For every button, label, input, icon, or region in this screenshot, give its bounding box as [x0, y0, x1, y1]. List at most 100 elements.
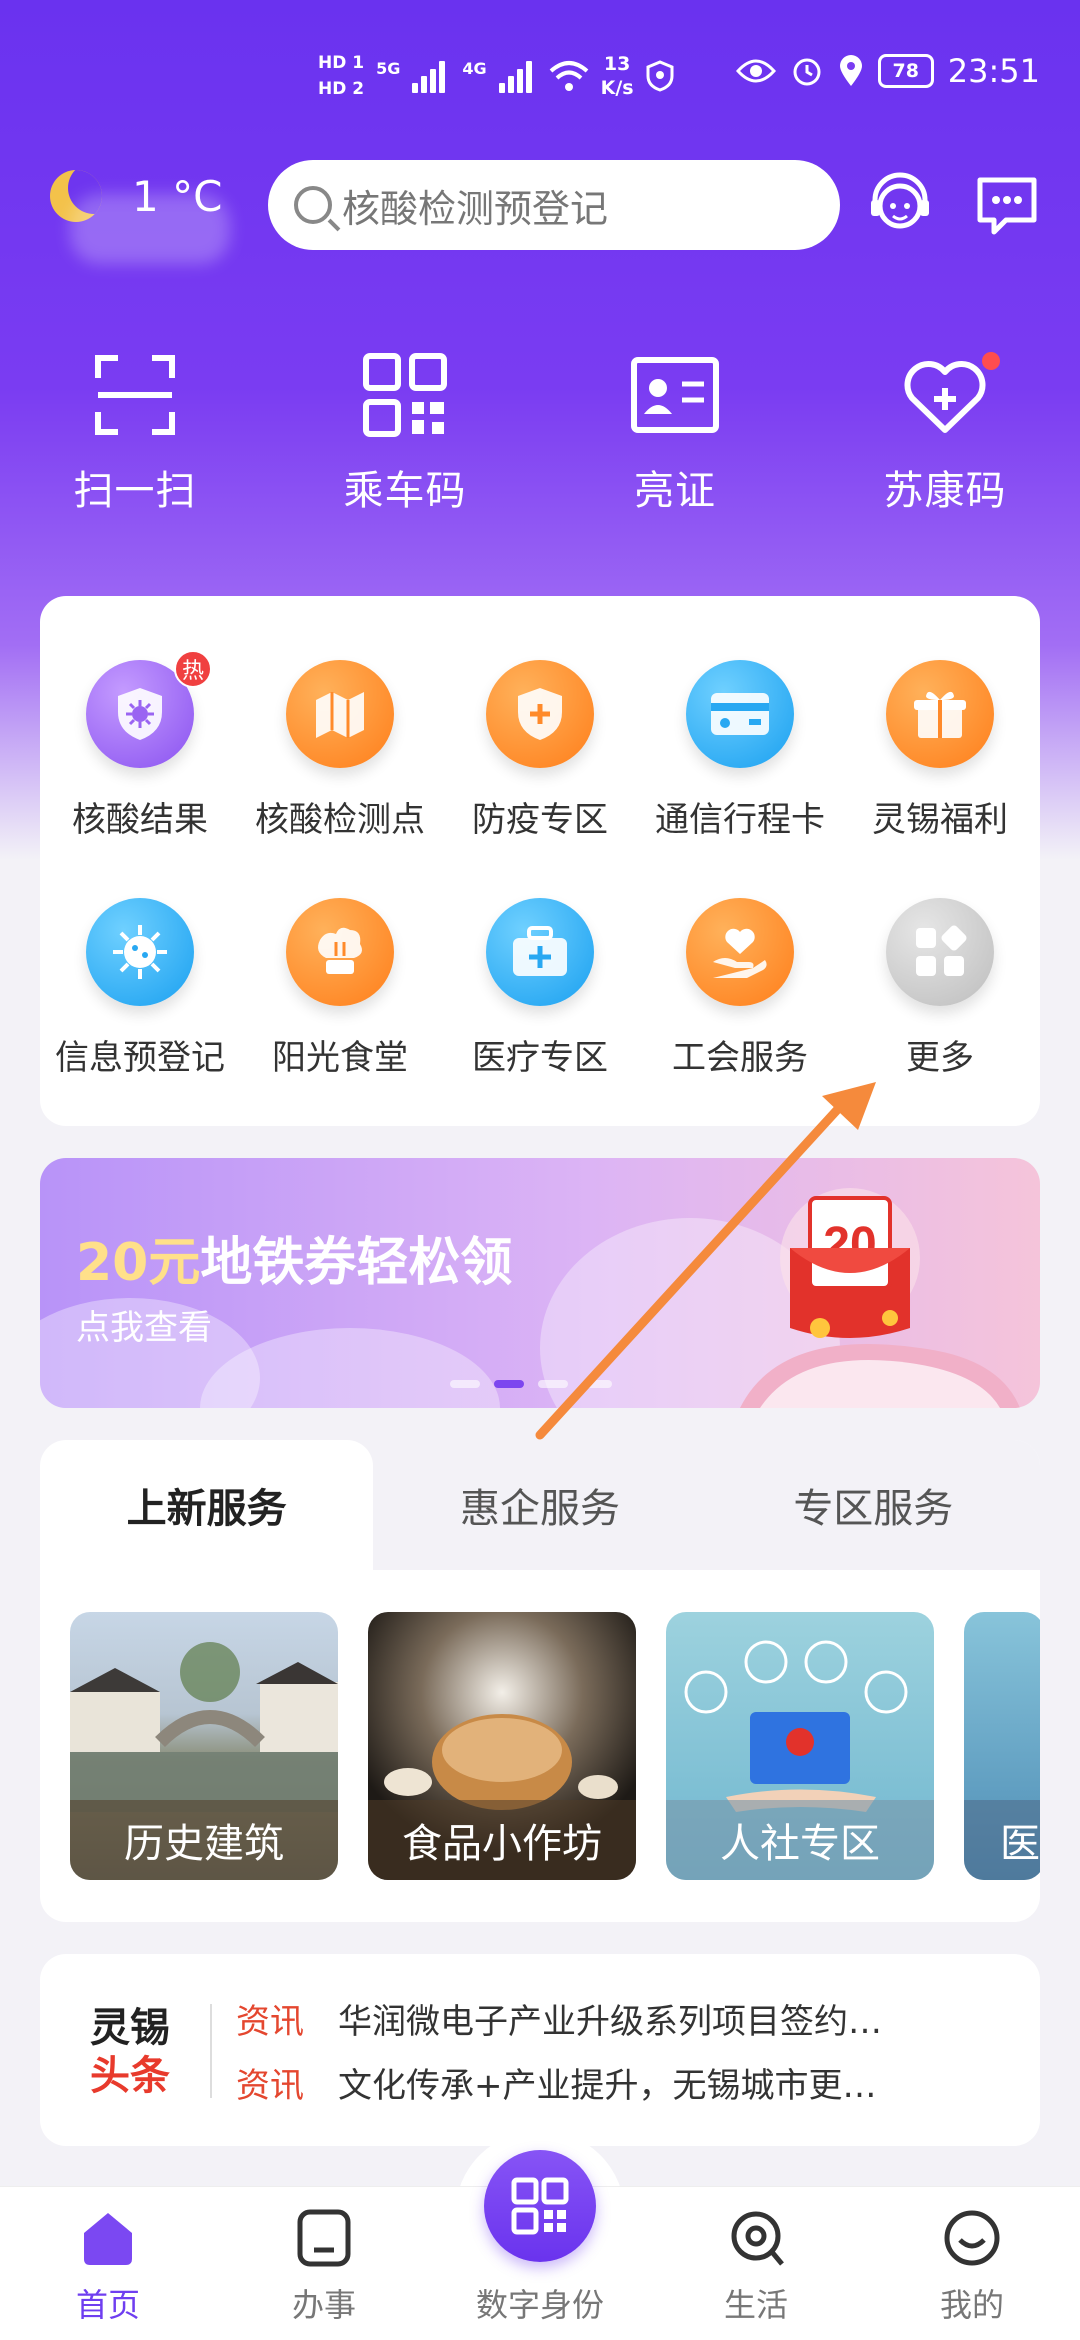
clock-time: 23:51	[947, 52, 1040, 90]
status-right: 78 23:51	[735, 52, 1040, 90]
nav-home[interactable]: 首页	[0, 2187, 216, 2340]
service-label: 阳光食堂	[272, 1038, 408, 1078]
banner-subtitle: 点我查看	[76, 1308, 212, 1348]
blurred-location	[70, 194, 230, 264]
service-label: 防疫专区	[472, 800, 608, 840]
qr-code-icon	[511, 2177, 569, 2235]
service-label: 信息预登记	[55, 1038, 225, 1078]
alarm-icon	[793, 58, 821, 86]
service-nucleic-result[interactable]: 热 核酸结果	[40, 650, 240, 841]
service-label: 核酸检测点	[255, 800, 425, 840]
digital-id-button[interactable]	[484, 2150, 596, 2262]
network-speed: 13 K/s	[601, 52, 634, 100]
news-item[interactable]: 资讯 华润微电子产业升级系列项目签约…	[236, 1994, 882, 2043]
quick-action-scan[interactable]: 扫一扫	[0, 350, 270, 530]
nav-affairs[interactable]: 办事	[216, 2187, 432, 2340]
customer-service-icon[interactable]	[865, 170, 935, 240]
status-left: HD 1 HD 2 5G 4G 13 K/s	[318, 50, 674, 102]
nav-mine[interactable]: 我的	[864, 2187, 1080, 2340]
qr-code-icon	[360, 350, 450, 440]
quick-action-label: 扫一扫	[73, 468, 197, 514]
nav-label: 生活	[723, 2286, 788, 2324]
eye-icon	[735, 59, 776, 83]
service-label: 灵锡福利	[872, 800, 1008, 840]
card-icon	[686, 660, 794, 768]
service-label: 工会服务	[672, 1038, 808, 1078]
nav-label: 首页	[75, 2286, 140, 2324]
service-test-sites[interactable]: 核酸检测点	[240, 660, 440, 841]
tile-caption: 食品小作坊	[368, 1800, 636, 1880]
tile-food-workshop[interactable]: 食品小作坊	[368, 1612, 636, 1880]
signal-icon-2	[498, 59, 537, 93]
tile-medical[interactable]: 医	[964, 1612, 1040, 1880]
tile-caption: 历史建筑	[70, 1800, 338, 1880]
service-label: 更多	[906, 1038, 974, 1078]
hd2-label: HD 2	[318, 79, 365, 99]
banner-pagination	[450, 1380, 612, 1388]
service-medical[interactable]: 医疗专区	[440, 898, 640, 1079]
top-header: 1 °C 核酸检测预登记	[0, 160, 1080, 264]
news-card[interactable]: 灵锡 头条 资讯 华润微电子产业升级系列项目签约… 资讯 文化传承+产业提升，无…	[40, 1954, 1040, 2146]
service-more[interactable]: 更多	[840, 898, 1040, 1079]
service-tiles: 历史建筑 食品小作坊 人社专区 医	[70, 1612, 1040, 1880]
news-headline: 文化传承+产业提升，无锡城市更…	[338, 2066, 877, 2106]
subway-coupon-illustration: 20	[740, 1188, 1020, 1408]
services-row-1: 热 核酸结果 核酸检测点 防疫专区 通信行程卡 灵锡福利	[40, 650, 1040, 841]
service-canteen[interactable]: 阳光食堂	[240, 898, 440, 1079]
chef-hat-icon	[286, 898, 394, 1006]
quick-action-show-id[interactable]: 亮证	[540, 350, 810, 530]
service-welfare[interactable]: 灵锡福利	[840, 660, 1040, 841]
news-item[interactable]: 资讯 文化传承+产业提升，无锡城市更…	[236, 2058, 877, 2107]
tile-historic-buildings[interactable]: 历史建筑	[70, 1612, 338, 1880]
message-icon[interactable]	[972, 170, 1042, 240]
battery-level: 78	[892, 60, 919, 82]
notification-dot	[982, 352, 1000, 370]
tile-caption: 人社专区	[666, 1800, 934, 1880]
quick-action-label: 乘车码	[343, 468, 467, 514]
wifi-icon	[549, 61, 588, 91]
search-input[interactable]: 核酸检测预登记	[268, 160, 840, 250]
services-row-2: 信息预登记 阳光食堂 医疗专区 工会服务 更多	[40, 898, 1040, 1079]
nav-life[interactable]: 生活	[648, 2187, 864, 2340]
nav-label: 办事	[291, 2286, 356, 2324]
tab-new-services[interactable]: 上新服务	[40, 1440, 374, 1570]
service-trip-card[interactable]: 通信行程卡	[640, 660, 840, 841]
quick-action-health-code[interactable]: 苏康码	[810, 350, 1080, 530]
life-search-icon	[724, 2206, 788, 2270]
speed-value: 13	[603, 53, 631, 75]
service-union[interactable]: 工会服务	[640, 898, 840, 1079]
service-epidemic-zone[interactable]: 防疫专区	[440, 660, 640, 841]
service-pre-register[interactable]: 信息预登记	[40, 898, 240, 1079]
scan-icon	[90, 350, 180, 440]
promo-banner[interactable]: 20元地铁券轻松领 点我查看 20	[40, 1158, 1040, 1408]
banner-title: 20元地铁券轻松领	[76, 1220, 512, 1295]
tab-zone-services[interactable]: 专区服务	[707, 1440, 1040, 1570]
tablet-icon	[292, 2206, 356, 2270]
quick-action-label: 苏康码	[883, 468, 1007, 514]
net-4g-label: 4G	[462, 58, 487, 78]
gift-icon	[886, 660, 994, 768]
tile-social-security[interactable]: 人社专区	[666, 1612, 934, 1880]
smile-icon	[940, 2206, 1004, 2270]
health-heart-icon	[900, 350, 990, 440]
nav-label: 数字身份	[475, 2286, 604, 2324]
location-icon	[839, 55, 862, 86]
news-tag: 资讯	[236, 2002, 304, 2042]
more-grid-icon	[886, 898, 994, 1006]
service-label: 通信行程卡	[655, 800, 825, 840]
tab-bar: 上新服务 惠企服务 专区服务	[40, 1440, 1040, 1570]
home-icon	[76, 2206, 140, 2270]
pagination-dot	[538, 1380, 568, 1388]
security-icon	[646, 60, 674, 92]
news-logo: 灵锡 头条	[90, 2004, 170, 2100]
banner-title-highlight: 20元	[76, 1233, 201, 1293]
tile-caption: 医	[964, 1800, 1040, 1880]
pagination-dot-active	[494, 1380, 524, 1388]
tab-enterprise-services[interactable]: 惠企服务	[373, 1440, 706, 1570]
news-logo-line1: 灵锡	[90, 2005, 170, 2051]
quick-action-ride-code[interactable]: 乘车码	[270, 350, 540, 530]
id-card-icon	[630, 350, 720, 440]
shield-plus-icon	[486, 660, 594, 768]
quick-action-label: 亮证	[634, 468, 716, 514]
services-card: 热 核酸结果 核酸检测点 防疫专区 通信行程卡 灵锡福利 信息预登记 阳光食堂	[40, 596, 1040, 1126]
